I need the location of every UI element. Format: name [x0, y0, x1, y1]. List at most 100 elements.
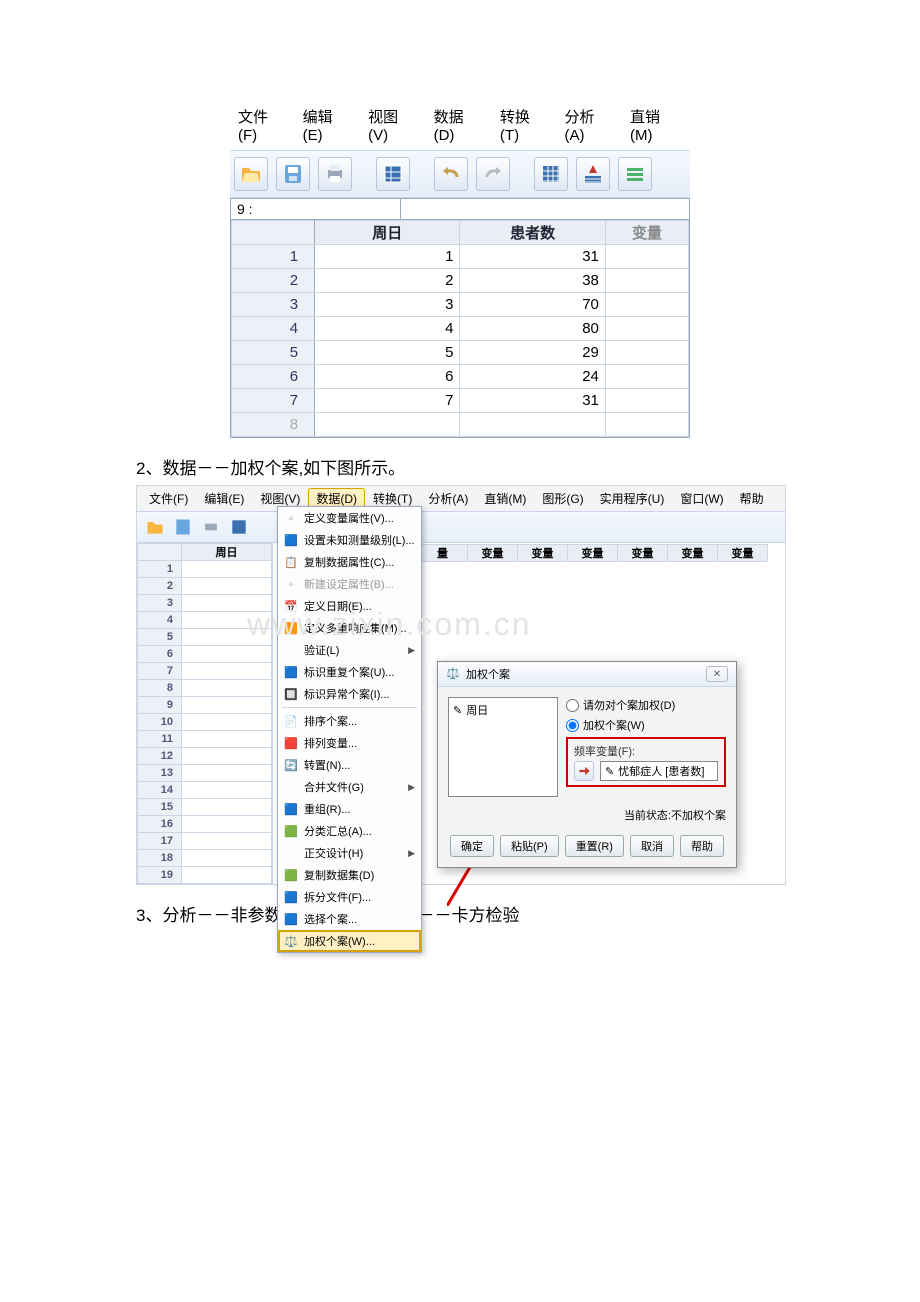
- datasheet-icon[interactable]: [227, 515, 251, 539]
- row-header[interactable]: 12: [138, 748, 182, 765]
- col-var[interactable]: 变量: [618, 545, 668, 562]
- cell[interactable]: [605, 365, 688, 389]
- row-header[interactable]: 9: [138, 697, 182, 714]
- menu-edit[interactable]: 编辑(E): [295, 104, 360, 146]
- cell[interactable]: [605, 389, 688, 413]
- row-header[interactable]: 7: [232, 389, 315, 413]
- menu-define-dates[interactable]: 📅定义日期(E)...: [278, 595, 421, 617]
- menu-data[interactable]: 数据(D): [426, 104, 492, 146]
- col-patients[interactable]: 患者数: [460, 221, 605, 245]
- menu-id-dup[interactable]: 🟦标识重复个案(U)...: [278, 661, 421, 683]
- cell[interactable]: [605, 317, 688, 341]
- cell[interactable]: 2: [315, 269, 460, 293]
- row-header[interactable]: 4: [232, 317, 315, 341]
- menu-sort-vars[interactable]: 🟥排列变量...: [278, 732, 421, 754]
- row-header[interactable]: 1: [138, 561, 182, 578]
- help-button[interactable]: 帮助: [680, 835, 724, 857]
- row-header[interactable]: 8: [232, 413, 315, 437]
- datasheet-icon[interactable]: [376, 157, 410, 191]
- menu-graph[interactable]: 图形(G): [534, 488, 591, 509]
- menu-util[interactable]: 实用程序(U): [592, 488, 673, 509]
- menu-file[interactable]: 文件(F): [230, 104, 295, 146]
- paste-button[interactable]: 粘贴(P): [500, 835, 559, 857]
- redo-icon[interactable]: [476, 157, 510, 191]
- close-button[interactable]: ✕: [706, 666, 728, 682]
- cell[interactable]: 7: [315, 389, 460, 413]
- col-var[interactable]: 变量: [518, 545, 568, 562]
- row-header[interactable]: 10: [138, 714, 182, 731]
- row-header[interactable]: 6: [232, 365, 315, 389]
- row-header[interactable]: 2: [138, 578, 182, 595]
- col-weekday[interactable]: 周日: [182, 544, 272, 561]
- var-listbox[interactable]: ✎ 周日: [448, 697, 558, 797]
- cell[interactable]: 31: [460, 389, 605, 413]
- cell[interactable]: 5: [315, 341, 460, 365]
- row-header[interactable]: 14: [138, 782, 182, 799]
- menu-transpose[interactable]: 🔄转置(N)...: [278, 754, 421, 776]
- row-header[interactable]: 18: [138, 850, 182, 867]
- radio-weight[interactable]: 加权个案(W): [566, 717, 726, 733]
- row-header[interactable]: 3: [232, 293, 315, 317]
- menu-view[interactable]: 视图(V): [360, 104, 425, 146]
- move-right-button[interactable]: [574, 761, 594, 781]
- cell-value-input[interactable]: [401, 199, 689, 219]
- row-header[interactable]: 2: [232, 269, 315, 293]
- cell[interactable]: [605, 341, 688, 365]
- cell[interactable]: 3: [315, 293, 460, 317]
- open-icon[interactable]: [234, 157, 268, 191]
- menu-define-mrs[interactable]: 🟧定义多重响应集(M)...: [278, 617, 421, 639]
- menu-define-var-props[interactable]: ▫️定义变量属性(V)...: [278, 507, 421, 529]
- cell[interactable]: [460, 413, 605, 437]
- row-header[interactable]: 3: [138, 595, 182, 612]
- print-icon[interactable]: [318, 157, 352, 191]
- row-header[interactable]: 1: [232, 245, 315, 269]
- col-var[interactable]: 变量: [568, 545, 618, 562]
- row-header[interactable]: 13: [138, 765, 182, 782]
- menu-restructure[interactable]: 🟦重组(R)...: [278, 798, 421, 820]
- menu-set-unknown-level[interactable]: 🟦设置未知测量级别(L)...: [278, 529, 421, 551]
- row-header[interactable]: 7: [138, 663, 182, 680]
- menu-help[interactable]: 帮助: [732, 488, 772, 509]
- reset-button[interactable]: 重置(R): [565, 835, 624, 857]
- col-var[interactable]: 变量: [668, 545, 718, 562]
- cell[interactable]: 38: [460, 269, 605, 293]
- cell[interactable]: [315, 413, 460, 437]
- cell[interactable]: [605, 245, 688, 269]
- report-icon[interactable]: [534, 157, 568, 191]
- menu-dmarket[interactable]: 直销(M): [622, 104, 690, 146]
- col-var[interactable]: 变量: [718, 545, 768, 562]
- menu-edit[interactable]: 编辑(E): [196, 488, 252, 509]
- radio-weight[interactable]: [566, 719, 579, 732]
- menu-id-unusual[interactable]: 🔲标识异常个案(I)...: [278, 683, 421, 705]
- open-icon[interactable]: [143, 515, 167, 539]
- chart-icon[interactable]: [576, 157, 610, 191]
- radio-none[interactable]: [566, 699, 579, 712]
- col-weekday[interactable]: 周日: [315, 221, 460, 245]
- menu-analyze[interactable]: 分析(A): [420, 488, 476, 509]
- col-var[interactable]: 变量: [468, 545, 518, 562]
- cell[interactable]: [605, 269, 688, 293]
- row-header[interactable]: 5: [232, 341, 315, 365]
- menu-validate[interactable]: 验证(L)▶: [278, 639, 421, 661]
- cell[interactable]: [605, 413, 688, 437]
- menu-weight-cases[interactable]: ⚖️加权个案(W)...: [278, 930, 421, 952]
- row-header[interactable]: 11: [138, 731, 182, 748]
- cell[interactable]: 31: [460, 245, 605, 269]
- menu-window[interactable]: 窗口(W): [672, 488, 731, 509]
- cell[interactable]: [605, 293, 688, 317]
- radio-no-weight[interactable]: 请勿对个案加权(D): [566, 697, 726, 713]
- row-header[interactable]: 16: [138, 816, 182, 833]
- cell[interactable]: 29: [460, 341, 605, 365]
- menu-analyze[interactable]: 分析(A): [557, 104, 622, 146]
- list-icon[interactable]: [618, 157, 652, 191]
- row-header[interactable]: 15: [138, 799, 182, 816]
- menu-copy-data-props[interactable]: 📋复制数据属性(C)...: [278, 551, 421, 573]
- menu-sort-cases[interactable]: 📄排序个案...: [278, 710, 421, 732]
- row-header[interactable]: 5: [138, 629, 182, 646]
- save-icon[interactable]: [276, 157, 310, 191]
- save-icon[interactable]: [171, 515, 195, 539]
- print-icon[interactable]: [199, 515, 223, 539]
- ok-button[interactable]: 确定: [450, 835, 494, 857]
- menu-file[interactable]: 文件(F): [141, 488, 196, 509]
- cell[interactable]: 24: [460, 365, 605, 389]
